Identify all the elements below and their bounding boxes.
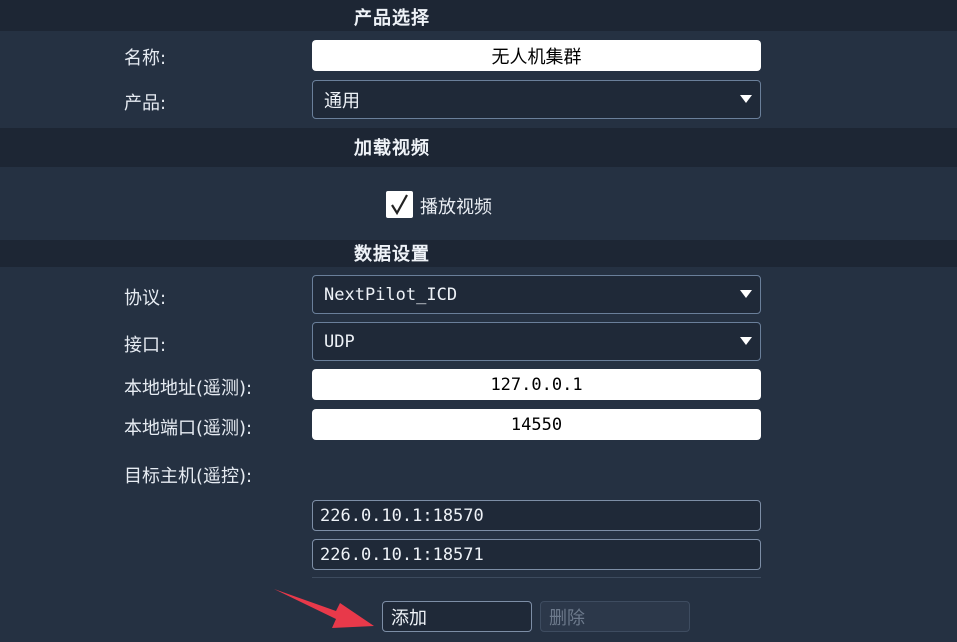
name-label: 名称: [124, 48, 167, 69]
port-select[interactable]: UDP [312, 322, 761, 361]
section-header-product: 产品选择 [0, 0, 957, 31]
local-port-label: 本地端口(遥测): [124, 418, 253, 439]
protocol-label: 协议: [124, 288, 167, 309]
protocol-select[interactable]: NextPilot_ICD [312, 275, 761, 314]
product-select[interactable]: 通用 [312, 80, 761, 119]
chevron-down-icon [740, 290, 752, 298]
port-select-value: UDP [324, 331, 355, 352]
port-label: 接口: [124, 335, 167, 356]
play-video-checkbox[interactable] [386, 191, 413, 218]
annotation-arrow-icon [274, 589, 374, 628]
name-field[interactable]: 无人机集群 [312, 40, 761, 71]
chevron-down-icon [740, 337, 752, 345]
local-address-value: 127.0.0.1 [490, 374, 583, 395]
product-label: 产品: [124, 93, 167, 114]
local-port-value: 14550 [510, 414, 563, 435]
checkmark-icon [391, 194, 408, 216]
section-header-data: 数据设置 [0, 240, 957, 267]
list-item[interactable]: 226.0.10.1:18570 [312, 500, 761, 531]
chevron-down-icon [740, 95, 752, 103]
target-host-label: 目标主机(遥控): [124, 466, 253, 487]
delete-button[interactable]: 删除 [540, 601, 690, 632]
section-header-video: 加载视频 [0, 128, 957, 167]
product-select-value: 通用 [324, 90, 360, 112]
local-address-field[interactable]: 127.0.0.1 [312, 369, 761, 400]
local-address-label: 本地地址(遥测): [124, 378, 253, 399]
play-video-label: 播放视频 [420, 197, 492, 218]
list-divider [312, 577, 761, 578]
section-title-product: 产品选择 [354, 8, 430, 29]
section-title-data: 数据设置 [354, 244, 430, 265]
protocol-select-value: NextPilot_ICD [324, 284, 458, 305]
add-button[interactable]: 添加 [382, 601, 532, 632]
section-title-video: 加载视频 [354, 138, 430, 159]
local-port-field[interactable]: 14550 [312, 409, 761, 440]
list-item[interactable]: 226.0.10.1:18571 [312, 539, 761, 570]
